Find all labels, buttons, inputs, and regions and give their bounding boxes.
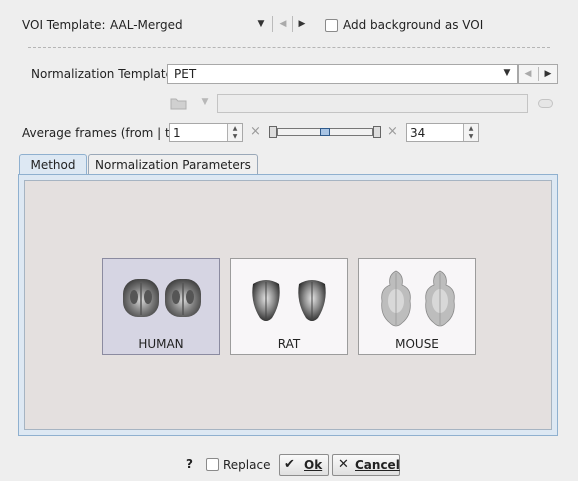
average-frames-label: Average frames (from | to) [22,126,182,140]
tab-normalization-parameters-label: Normalization Parameters [95,158,251,172]
normalization-prev-icon[interactable]: ◀ [523,69,533,79]
normalization-dropdown-icon[interactable]: ▼ [501,68,513,78]
mouse-brain-icon [381,270,455,327]
slider-left-handle[interactable] [269,126,277,138]
range-x-icon-left: × [250,124,261,139]
voi-next-icon[interactable]: ▶ [296,19,308,29]
species-rat-tile[interactable]: RAT [230,258,348,355]
replace-label: Replace [223,458,271,472]
frame-from-down-icon[interactable]: ▼ [227,132,242,141]
add-background-label: Add background as VOI [343,18,484,32]
species-rat-label: RAT [277,337,301,351]
range-x-icon-right: × [387,124,398,139]
voi-template-combo[interactable]: AAL-Merged [110,18,260,32]
replace-checkbox[interactable] [206,458,219,471]
voi-separator [272,16,273,32]
tab-method[interactable]: Method [19,154,87,175]
normalization-path-field[interactable] [217,94,528,113]
folder-icon[interactable] [170,96,188,110]
species-human-tile[interactable]: HUMAN [102,258,220,355]
path-dropdown-icon[interactable]: ▼ [199,97,211,107]
frame-to-value: 34 [410,126,426,140]
normalization-next-icon[interactable]: ▶ [543,69,553,79]
frame-from-value: 1 [173,126,181,140]
tab-method-label: Method [30,158,76,172]
slider-right-handle[interactable] [373,126,381,138]
species-mouse-label: MOUSE [395,337,439,351]
voi-prev-icon[interactable]: ◀ [277,19,289,29]
normalization-template-combo[interactable]: PET ▼ [167,64,518,84]
slider-thumb[interactable] [320,128,330,136]
normalization-template-label: Normalization Template [31,67,173,81]
voi-separator-2 [292,16,293,32]
species-human-label: HUMAN [138,337,184,351]
human-brain-icon [123,279,201,317]
frame-range-slider[interactable] [269,126,381,138]
frame-from-spinner[interactable]: 1 ▲ ▼ [169,123,243,142]
cancel-button[interactable]: ✕ Cancel [332,454,400,476]
x-icon: ✕ [338,457,349,472]
link-icon[interactable] [538,99,553,108]
ok-label: Ok [304,458,323,472]
method-tab-panel: HUMAN RAT MOUSE [18,174,558,436]
check-icon: ✔ [284,457,295,472]
voi-template-label: VOI Template: [22,18,106,32]
ok-button[interactable]: ✔ Ok [279,454,329,476]
cancel-label: Cancel [355,458,400,472]
normalization-nav-separator [538,67,539,81]
normalization-template-value: PET [174,67,197,81]
tab-normalization-parameters[interactable]: Normalization Parameters [88,154,258,175]
help-icon[interactable]: ? [186,457,193,471]
voi-template-value: AAL-Merged [110,18,183,32]
section-divider [28,47,550,48]
normalization-nav: ◀ ▶ [518,64,558,84]
add-background-checkbox[interactable] [325,19,338,32]
voi-template-dropdown-icon[interactable]: ▼ [254,19,268,29]
species-panel: HUMAN RAT MOUSE [24,180,552,430]
rat-brain-icon [252,280,326,321]
frame-to-down-icon[interactable]: ▼ [463,132,478,141]
species-mouse-tile[interactable]: MOUSE [358,258,476,355]
frame-to-spinner[interactable]: 34 ▲ ▼ [406,123,479,142]
